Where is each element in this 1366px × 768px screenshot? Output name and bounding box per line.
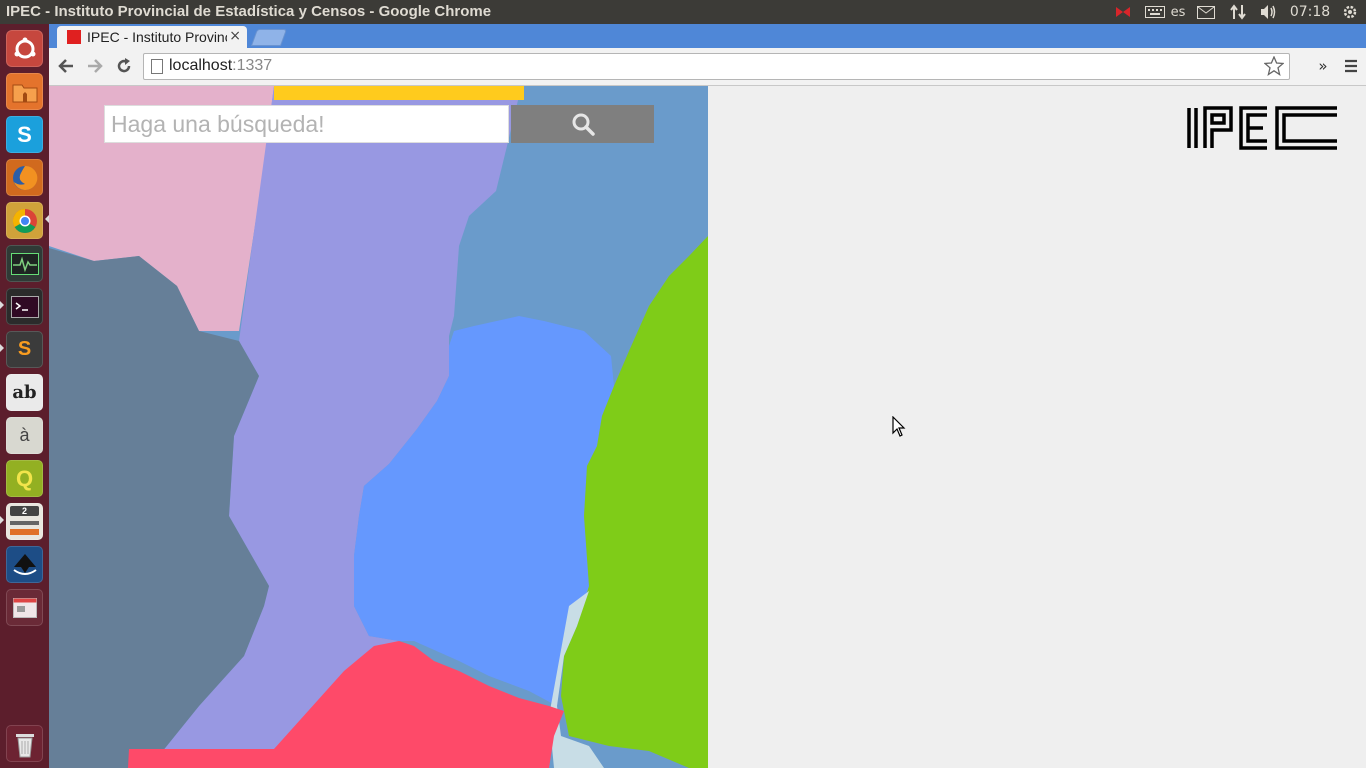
window-app-icon[interactable] [6,589,43,626]
workspace-bar [10,521,39,525]
top-panel: IPEC - Instituto Provincial de Estadísti… [0,0,1366,24]
tab-title: IPEC - Instituto Provincial de Estadísti… [87,29,227,45]
sync-icon[interactable] [1112,0,1134,24]
mail-icon[interactable] [1196,0,1216,24]
launcher: S S ab à Q 2 [0,24,49,768]
search-input[interactable] [104,105,509,143]
address-bar[interactable]: localhost:1337 [143,53,1290,80]
keyboard-icon[interactable] [1143,0,1167,24]
keyboard-layout[interactable]: es [1168,0,1188,24]
region-yellow [274,86,524,100]
firefox-icon[interactable] [6,159,43,196]
browser-toolbar: localhost:1337 » [49,48,1366,86]
inkscape-icon[interactable] [6,546,43,583]
back-button[interactable] [54,54,78,78]
workspace-bar-active [10,529,39,535]
bookmark-star-icon[interactable] [1263,55,1285,80]
font-viewer-glyph: ab [12,382,37,403]
running-indicator [0,516,4,524]
chrome-icon[interactable] [6,202,43,239]
running-indicator [0,344,4,352]
dash-icon[interactable] [6,30,43,67]
files-icon[interactable] [6,73,43,110]
browser-tab[interactable]: IPEC - Instituto Provincial de Estadísti… [57,26,247,48]
search-box [104,105,654,143]
page-icon [151,59,163,74]
map-panel[interactable] [49,86,708,768]
url-port: :1337 [232,57,273,74]
running-indicator [0,301,4,309]
system-monitor-icon[interactable] [6,245,43,282]
network-icon[interactable] [1228,0,1248,24]
qgis-glyph: Q [15,465,34,491]
forward-button[interactable] [83,54,107,78]
qgis-icon[interactable]: Q [6,460,43,497]
gear-icon[interactable] [1338,0,1362,24]
reload-icon [117,58,131,73]
sublime-glyph: S [17,338,32,360]
ipec-logo[interactable] [1187,106,1339,154]
ipec-favicon-icon [67,30,81,44]
character-map-icon[interactable]: à [6,417,43,454]
back-arrow-icon [58,59,73,73]
page-content [49,86,1366,768]
new-tab-button[interactable] [250,29,288,46]
terminal-icon[interactable] [6,288,43,325]
workspace-switcher-icon[interactable]: 2 [6,503,43,540]
province-map[interactable] [49,86,708,768]
sublime-text-icon[interactable]: S [6,331,43,368]
volume-icon[interactable] [1258,0,1280,24]
trash-icon[interactable] [6,725,43,762]
mouse-cursor [892,415,906,442]
character-map-glyph: à [19,425,30,445]
hamburger-icon [1345,59,1357,73]
tab-close-button[interactable]: × [229,28,241,44]
url-host: localhost [169,57,233,74]
search-button[interactable] [511,105,654,143]
skype-icon[interactable]: S [6,116,43,153]
extensions-overflow-button[interactable]: » [1311,54,1335,78]
chrome-menu-button[interactable] [1339,54,1363,78]
search-icon [572,113,595,136]
ipec-logo-mark [1187,106,1337,150]
clock[interactable]: 07:18 [1290,0,1330,24]
reload-button[interactable] [112,54,136,78]
workspace-count: 2 [10,506,39,516]
forward-arrow-icon [88,59,103,73]
skype-glyph: S [17,121,32,147]
font-viewer-icon[interactable]: ab [6,374,43,411]
window-title: IPEC - Instituto Provincial de Estadísti… [6,3,492,20]
